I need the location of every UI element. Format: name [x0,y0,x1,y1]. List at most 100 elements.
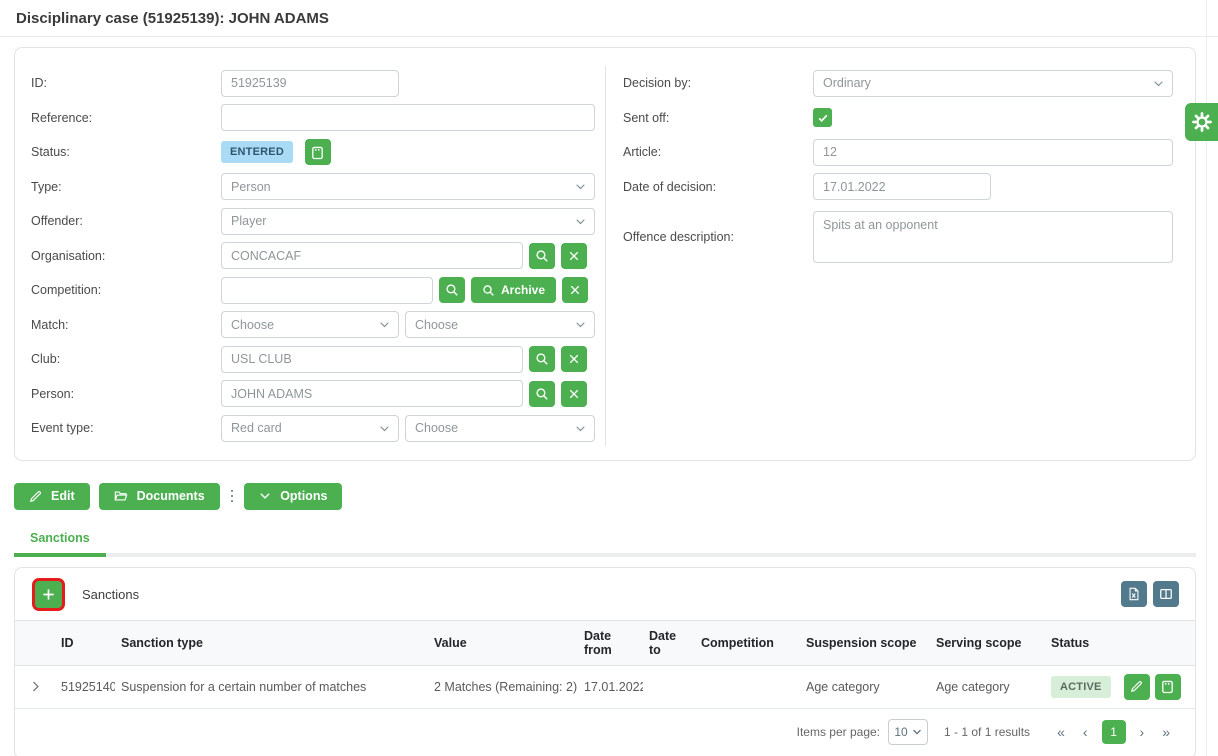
search-icon [535,249,549,263]
status-history-button[interactable] [305,139,331,165]
club-clear-button[interactable] [561,346,587,372]
competition-clear-button[interactable] [562,277,588,303]
page-title: Disciplinary case (51925139): JOHN ADAMS [0,0,1218,36]
edit-sanction-button[interactable] [1124,674,1150,700]
column-header-sanction-type[interactable]: Sanction type [115,620,428,665]
match-select-2[interactable]: Choose [405,311,595,338]
column-header-competition[interactable]: Competition [695,620,800,665]
match-select-1[interactable]: Choose [221,311,399,338]
sanctions-table: ID Sanction type Value Date from Date to… [15,620,1195,709]
offence-description-label: Offence description: [623,230,813,244]
event-type-select-2[interactable]: Choose [405,415,595,442]
club-input[interactable] [221,346,523,373]
checkmark-icon [817,112,829,124]
chevron-down-icon [575,319,586,330]
competition-input[interactable] [221,277,433,304]
event-type-select-1[interactable]: Red card [221,415,399,442]
status-label: Status: [31,145,221,159]
offender-select-value: Player [231,214,266,228]
toolbar-more-dots-icon[interactable] [231,490,234,503]
article-label: Article: [623,145,813,159]
offender-select[interactable]: Player [221,208,595,235]
offence-description-textarea[interactable]: Spits at an opponent [813,211,1173,263]
documents-button[interactable]: Documents [99,483,220,510]
decision-by-select[interactable]: Ordinary [813,70,1173,97]
cell-competition [695,665,800,708]
competition-search-button[interactable] [439,277,465,303]
type-select[interactable]: Person [221,173,595,200]
cell-suspension-scope: Age category [800,665,930,708]
competition-archive-search-button[interactable]: Archive [471,277,556,303]
cell-id: 51925140 [55,665,115,708]
club-search-button[interactable] [529,346,555,372]
search-icon [445,283,459,297]
person-input[interactable] [221,380,523,407]
sent-off-label: Sent off: [623,111,813,125]
sanction-history-button[interactable] [1155,674,1181,700]
decision-by-select-value: Ordinary [823,76,871,90]
person-search-button[interactable] [529,381,555,407]
date-of-decision-input[interactable] [813,173,991,200]
options-button[interactable]: Options [244,483,342,510]
reference-input[interactable] [221,104,595,131]
pencil-icon [1130,680,1143,693]
event-type-label: Event type: [31,421,221,435]
chevron-down-icon [575,216,586,227]
reference-label: Reference: [31,111,221,125]
previous-page-button[interactable]: ‹ [1074,722,1097,742]
column-header-id[interactable]: ID [55,620,115,665]
documents-button-label: Documents [137,489,205,503]
search-icon [535,352,549,366]
sanctions-title: Sanctions [82,587,139,602]
organisation-input[interactable] [221,242,523,269]
column-header-date-to[interactable]: Date to [643,620,695,665]
column-header-serving-scope[interactable]: Serving scope [930,620,1045,665]
items-per-page-label: Items per page: [797,725,880,739]
cell-sanction-type: Suspension for a certain number of match… [115,665,428,708]
export-excel-button[interactable] [1121,581,1147,607]
column-header-date-from[interactable]: Date from [578,620,643,665]
archive-button-label: Archive [501,283,545,297]
tab-bar: Sanctions [14,523,1196,557]
person-label: Person: [31,387,221,401]
add-sanction-button[interactable] [35,581,62,608]
decision-by-label: Decision by: [623,76,813,90]
organisation-search-button[interactable] [529,243,555,269]
next-page-button[interactable]: › [1131,722,1154,742]
clipboard-icon [1160,679,1175,694]
match-select-1-value: Choose [231,318,274,332]
column-chooser-button[interactable] [1153,581,1179,607]
clipboard-icon [310,145,325,160]
form-left-column: ID: Reference: Status: ENTERED [15,66,605,446]
page-size-select[interactable]: 10 [888,719,928,745]
close-icon [569,284,581,296]
column-header-suspension-scope[interactable]: Suspension scope [800,620,930,665]
article-input[interactable] [813,139,1173,166]
type-select-value: Person [231,180,271,194]
first-page-button[interactable]: « [1048,722,1074,742]
close-icon [568,353,580,365]
chevron-down-icon [1153,78,1164,89]
date-of-decision-label: Date of decision: [623,180,813,194]
match-label: Match: [31,318,221,332]
current-page-button[interactable]: 1 [1102,720,1126,744]
chevron-right-icon [29,680,42,693]
gear-icon [1192,112,1212,132]
case-form-panel: ID: Reference: Status: ENTERED [14,47,1196,461]
settings-flyout-button[interactable] [1185,103,1218,141]
row-expander-button[interactable] [27,678,44,695]
chevron-down-icon [575,423,586,434]
column-header-value[interactable]: Value [428,620,578,665]
organisation-clear-button[interactable] [561,243,587,269]
search-icon [535,387,549,401]
id-input[interactable] [221,70,399,97]
form-right-column: Decision by: Ordinary Sent off: Article:… [605,66,1195,446]
column-header-status[interactable]: Status [1045,620,1195,665]
tab-sanctions[interactable]: Sanctions [14,523,106,557]
competition-label: Competition: [31,283,221,297]
person-clear-button[interactable] [561,381,587,407]
offender-label: Offender: [31,214,221,228]
sent-off-checkbox[interactable] [813,108,832,127]
edit-button[interactable]: Edit [14,483,90,510]
last-page-button[interactable]: » [1153,722,1179,742]
